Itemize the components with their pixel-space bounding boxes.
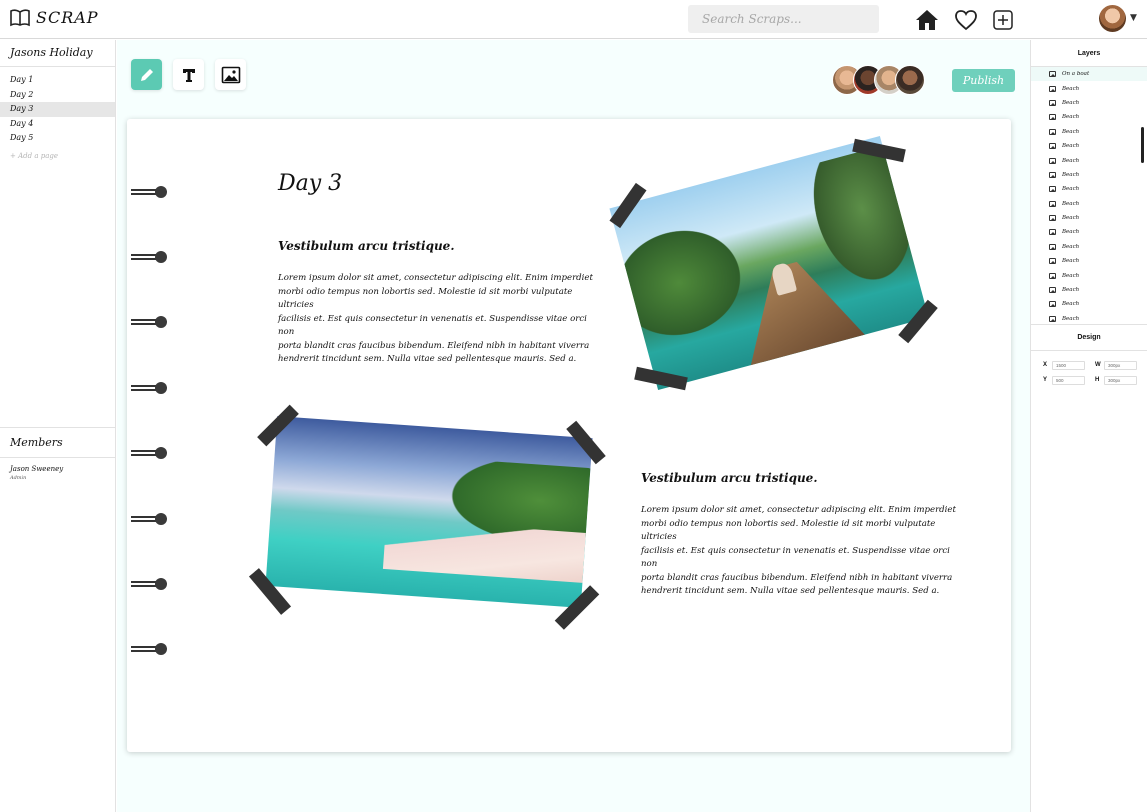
layer-item[interactable]: Beach (1031, 96, 1147, 110)
layer-item[interactable]: Beach (1031, 240, 1147, 254)
image-icon (1049, 258, 1056, 265)
image-icon (1049, 229, 1056, 236)
pencil-tool-button[interactable] (131, 59, 162, 90)
member-role: Admin (10, 475, 27, 481)
image-icon (1049, 301, 1056, 308)
binder-ring (131, 185, 167, 199)
layer-item[interactable]: Beach (1031, 81, 1147, 95)
layer-item[interactable]: Beach (1031, 182, 1147, 196)
layer-item[interactable]: Beach (1031, 297, 1147, 311)
image-icon (1049, 272, 1056, 279)
image-icon (1049, 186, 1056, 193)
image-icon (1049, 85, 1056, 92)
page-item-day-5[interactable]: Day 5 (0, 131, 115, 146)
image-tool-button[interactable] (215, 59, 246, 90)
member-name[interactable]: Jason Sweeney (10, 465, 63, 473)
pencil-icon (140, 68, 153, 81)
layer-item[interactable]: Beach (1031, 197, 1147, 211)
page-list: Day 1 Day 2 Day 3 Day 4 Day 5 (0, 73, 115, 146)
app-name: SCRAP (36, 8, 99, 27)
collaborator-avatar[interactable] (895, 65, 925, 95)
boat-in-lagoon-photo[interactable] (609, 135, 929, 391)
image-icon (1049, 157, 1056, 164)
image-icon (1049, 215, 1056, 222)
tropical-beach-photo[interactable] (265, 416, 593, 608)
y-input[interactable] (1052, 376, 1085, 385)
layer-item[interactable]: Beach (1031, 211, 1147, 225)
layer-item[interactable]: Beach (1031, 268, 1147, 282)
image-icon (1049, 315, 1056, 322)
user-avatar[interactable] (1099, 5, 1126, 32)
page-item-day-4[interactable]: Day 4 (0, 117, 115, 132)
add-page-link[interactable]: + Add a page (0, 152, 115, 160)
w-label: W (1095, 362, 1101, 368)
section-heading[interactable]: Vestibulum arcu tristique. (278, 239, 455, 253)
image-icon (1049, 243, 1056, 250)
image-icon (1049, 287, 1056, 294)
image-icon (1049, 200, 1056, 207)
page-item-day-1[interactable]: Day 1 (0, 73, 115, 88)
section-heading[interactable]: Vestibulum arcu tristique. (641, 471, 818, 485)
image-icon (1049, 143, 1056, 150)
right-panel: Layers On a boat Beach Beach Beach Beach… (1030, 40, 1147, 812)
book-icon (10, 8, 30, 26)
search-input[interactable] (688, 5, 879, 33)
height-input[interactable] (1104, 376, 1137, 385)
x-input[interactable] (1052, 361, 1085, 370)
image-icon (1049, 171, 1056, 178)
layer-item[interactable]: Beach (1031, 139, 1147, 153)
canvas-workspace: Publish Day 3 Vestibulum arcu tristique.… (117, 40, 1030, 812)
publish-button[interactable]: Publish (952, 69, 1015, 92)
text-tool-button[interactable] (173, 59, 204, 90)
layer-item[interactable]: Beach (1031, 254, 1147, 268)
layers-list: On a boat Beach Beach Beach Beach Beach … (1031, 67, 1147, 326)
design-heading: Design (1031, 324, 1147, 351)
layer-item[interactable]: Beach (1031, 168, 1147, 182)
layers-heading: Layers (1031, 40, 1147, 67)
layer-item[interactable]: Beach (1031, 283, 1147, 297)
layer-item[interactable]: Beach (1031, 225, 1147, 239)
heart-icon[interactable] (954, 8, 978, 32)
y-label: Y (1043, 377, 1048, 383)
image-icon (1049, 114, 1056, 121)
scrapbook-page[interactable]: Day 3 Vestibulum arcu tristique. Lorem i… (127, 119, 1011, 752)
binder-ring (131, 512, 167, 526)
image-icon (1049, 128, 1056, 135)
image-icon (1049, 71, 1056, 78)
binder-ring (131, 381, 167, 395)
layers-scrollbar[interactable] (1141, 127, 1144, 163)
image-icon (221, 66, 240, 83)
layer-item[interactable]: Beach (1031, 125, 1147, 139)
binder-ring (131, 315, 167, 329)
add-square-icon[interactable] (991, 8, 1015, 32)
page-item-day-2[interactable]: Day 2 (0, 88, 115, 103)
binder-ring (131, 250, 167, 264)
binder-ring (131, 642, 167, 656)
left-sidebar: Jasons Holiday Day 1 Day 2 Day 3 Day 4 D… (0, 40, 116, 812)
page-item-day-3[interactable]: Day 3 (0, 102, 115, 117)
width-input[interactable] (1104, 361, 1137, 370)
layer-item[interactable]: Beach (1031, 153, 1147, 167)
image-icon (1049, 99, 1056, 106)
layer-item[interactable]: On a boat (1031, 67, 1147, 82)
section-body-text[interactable]: Lorem ipsum dolor sit amet, consectetur … (278, 272, 598, 367)
text-icon (182, 68, 195, 82)
binder-ring (131, 577, 167, 591)
page-title[interactable]: Day 3 (278, 171, 342, 196)
members-heading: Members (0, 427, 116, 458)
scrapbook-title: Jasons Holiday (0, 40, 115, 67)
top-bar: SCRAP ▼ (0, 0, 1147, 39)
binder-ring (131, 446, 167, 460)
home-icon[interactable] (915, 8, 939, 32)
chevron-down-icon[interactable]: ▼ (1130, 13, 1137, 23)
x-label: X (1043, 362, 1048, 368)
app-logo[interactable]: SCRAP (10, 8, 99, 27)
layer-item[interactable]: Beach (1031, 110, 1147, 124)
section-body-text[interactable]: Lorem ipsum dolor sit amet, consectetur … (641, 504, 961, 599)
h-label: H (1095, 377, 1100, 383)
